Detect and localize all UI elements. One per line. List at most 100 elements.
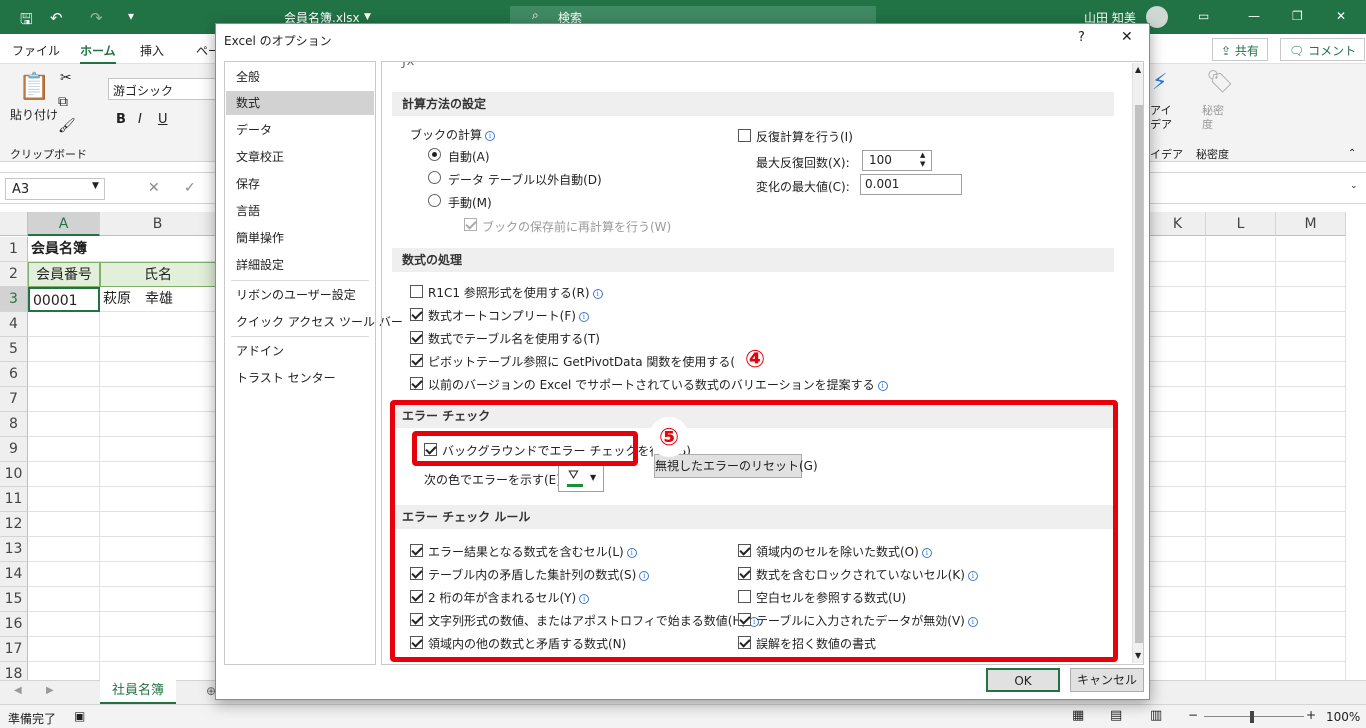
formula-option-checkbox[interactable] bbox=[410, 354, 423, 367]
grid-cell[interactable] bbox=[1276, 437, 1346, 462]
page-layout-view-icon[interactable]: ▤ bbox=[1110, 708, 1122, 723]
nav-item[interactable]: 保存 bbox=[226, 172, 374, 196]
grid-cell[interactable] bbox=[1276, 587, 1346, 612]
grid-cell[interactable] bbox=[1276, 387, 1346, 412]
label-auto-except-tables[interactable]: データ テーブル以外自動(D) bbox=[448, 171, 602, 188]
formula-option-label[interactable]: 以前のバージョンの Excel でサポートされている数式のバリエーションを提案す… bbox=[428, 376, 888, 393]
zoom-level[interactable]: 100% bbox=[1326, 710, 1360, 724]
grid-cell[interactable] bbox=[1150, 512, 1206, 537]
cut-icon[interactable]: ✂ bbox=[60, 70, 72, 86]
copy-icon[interactable]: ⧉ bbox=[58, 94, 68, 110]
grid-cell[interactable] bbox=[100, 412, 216, 437]
row-header[interactable]: 14 bbox=[0, 562, 28, 587]
zoom-slider[interactable] bbox=[1204, 716, 1304, 717]
row-header[interactable]: 2 bbox=[0, 262, 28, 287]
underline-button[interactable]: U bbox=[158, 112, 168, 127]
grid-cell[interactable] bbox=[100, 312, 216, 337]
close-dialog-button[interactable]: ✕ bbox=[1121, 29, 1133, 45]
formula-option-label[interactable]: 数式オートコンプリート(F) i bbox=[428, 307, 589, 324]
row-header[interactable]: 8 bbox=[0, 412, 28, 437]
grid-cell[interactable] bbox=[1206, 512, 1276, 537]
format-painter-icon[interactable]: 🖌 bbox=[58, 118, 76, 134]
formula-option-checkbox[interactable] bbox=[410, 377, 423, 390]
nav-item[interactable]: 簡単操作 bbox=[226, 226, 374, 250]
row-header[interactable]: 9 bbox=[0, 437, 28, 462]
grid-cell[interactable] bbox=[100, 437, 216, 462]
grid-cell[interactable] bbox=[1150, 337, 1206, 362]
grid-cell[interactable] bbox=[100, 487, 216, 512]
grid-cell[interactable] bbox=[1206, 237, 1276, 262]
zoom-out-icon[interactable]: − bbox=[1188, 708, 1198, 722]
confirm-entry-icon[interactable]: ✓ bbox=[184, 180, 196, 196]
row-header[interactable]: 12 bbox=[0, 512, 28, 537]
grid-cell[interactable] bbox=[1276, 637, 1346, 662]
sensitivity-label[interactable]: 秘密 度 bbox=[1202, 104, 1224, 132]
grid-cell[interactable] bbox=[100, 562, 216, 587]
formula-option-label[interactable]: ピボットテーブル参照に GetPivotData 関数を使用する(P) bbox=[428, 353, 747, 370]
grid-cell[interactable] bbox=[100, 512, 216, 537]
row-header[interactable]: 5 bbox=[0, 337, 28, 362]
checkbox-recalc-before-save[interactable] bbox=[464, 218, 477, 231]
namebox-dropdown-icon[interactable]: ▼ bbox=[92, 181, 99, 191]
undo-icon[interactable]: ↶ bbox=[50, 9, 63, 27]
nav-item[interactable]: 言語 bbox=[226, 199, 374, 223]
grid-cell[interactable] bbox=[1276, 362, 1346, 387]
grid-cell[interactable] bbox=[1276, 562, 1346, 587]
grid-cell[interactable] bbox=[1150, 362, 1206, 387]
grid-cell[interactable] bbox=[1276, 512, 1346, 537]
tab-home[interactable]: ホーム bbox=[80, 42, 116, 64]
scroll-thumb[interactable] bbox=[1135, 105, 1143, 643]
sensitivity-icon[interactable]: 🏷 bbox=[1206, 70, 1234, 95]
grid-cell[interactable] bbox=[1206, 312, 1276, 337]
grid-cell[interactable] bbox=[1276, 337, 1346, 362]
grid-cell[interactable] bbox=[100, 537, 216, 562]
minimize-icon[interactable]: — bbox=[1248, 9, 1260, 23]
tab-insert[interactable]: 挿入 bbox=[140, 42, 164, 59]
grid-cell[interactable] bbox=[1150, 637, 1206, 662]
label-auto[interactable]: 自動(A) bbox=[448, 148, 490, 165]
column-header-l[interactable]: L bbox=[1206, 212, 1276, 236]
grid-cell[interactable] bbox=[1206, 587, 1276, 612]
cell-b2[interactable]: 氏名 bbox=[100, 262, 216, 287]
formula-option-checkbox[interactable] bbox=[410, 308, 423, 321]
row-header[interactable]: 16 bbox=[0, 612, 28, 637]
formula-option-checkbox[interactable] bbox=[410, 331, 423, 344]
radio-auto-except-tables[interactable] bbox=[428, 171, 441, 184]
cancel-button[interactable]: キャンセル bbox=[1070, 668, 1144, 692]
grid-cell[interactable] bbox=[1276, 487, 1346, 512]
expand-formula-icon[interactable]: ⌄ bbox=[1350, 181, 1358, 191]
grid-cell[interactable] bbox=[28, 562, 100, 587]
column-header-m[interactable]: M bbox=[1276, 212, 1346, 236]
paste-icon[interactable]: 📋 bbox=[18, 72, 50, 102]
grid-cell[interactable] bbox=[1276, 462, 1346, 487]
grid-cell[interactable] bbox=[1150, 537, 1206, 562]
page-break-view-icon[interactable]: ▥ bbox=[1150, 708, 1162, 723]
nav-item[interactable]: リボンのユーザー設定 bbox=[226, 283, 374, 307]
grid-cell[interactable] bbox=[1150, 487, 1206, 512]
nav-item[interactable]: アドイン bbox=[226, 339, 374, 363]
share-button[interactable]: ⇪ 共有 bbox=[1212, 38, 1268, 61]
qat-customize-icon[interactable]: ▾ bbox=[128, 9, 134, 23]
grid-cell[interactable] bbox=[1206, 262, 1276, 287]
italic-button[interactable]: I bbox=[138, 112, 142, 127]
row-header[interactable]: 10 bbox=[0, 462, 28, 487]
column-header-k[interactable]: K bbox=[1150, 212, 1206, 236]
cell-a2[interactable]: 会員番号 bbox=[28, 262, 100, 287]
grid-cell[interactable] bbox=[28, 312, 100, 337]
column-header-b[interactable]: B bbox=[100, 212, 216, 236]
grid-cell[interactable] bbox=[1206, 562, 1276, 587]
grid-cell[interactable] bbox=[1206, 387, 1276, 412]
grid-cell[interactable] bbox=[28, 462, 100, 487]
grid-cell[interactable] bbox=[1206, 637, 1276, 662]
tab-file[interactable]: ファイル bbox=[12, 42, 60, 59]
grid-cell[interactable] bbox=[100, 637, 216, 662]
grid-cell[interactable] bbox=[1206, 412, 1276, 437]
grid-cell[interactable] bbox=[28, 362, 100, 387]
redo-icon[interactable]: ↷ bbox=[90, 9, 103, 27]
row-header[interactable]: 7 bbox=[0, 387, 28, 412]
grid-cell[interactable] bbox=[28, 512, 100, 537]
normal-view-icon[interactable]: ▦ bbox=[1072, 708, 1084, 723]
font-name-select[interactable]: 游ゴシック bbox=[108, 78, 218, 100]
grid-cell[interactable] bbox=[1276, 612, 1346, 637]
row-header[interactable]: 4 bbox=[0, 312, 28, 337]
